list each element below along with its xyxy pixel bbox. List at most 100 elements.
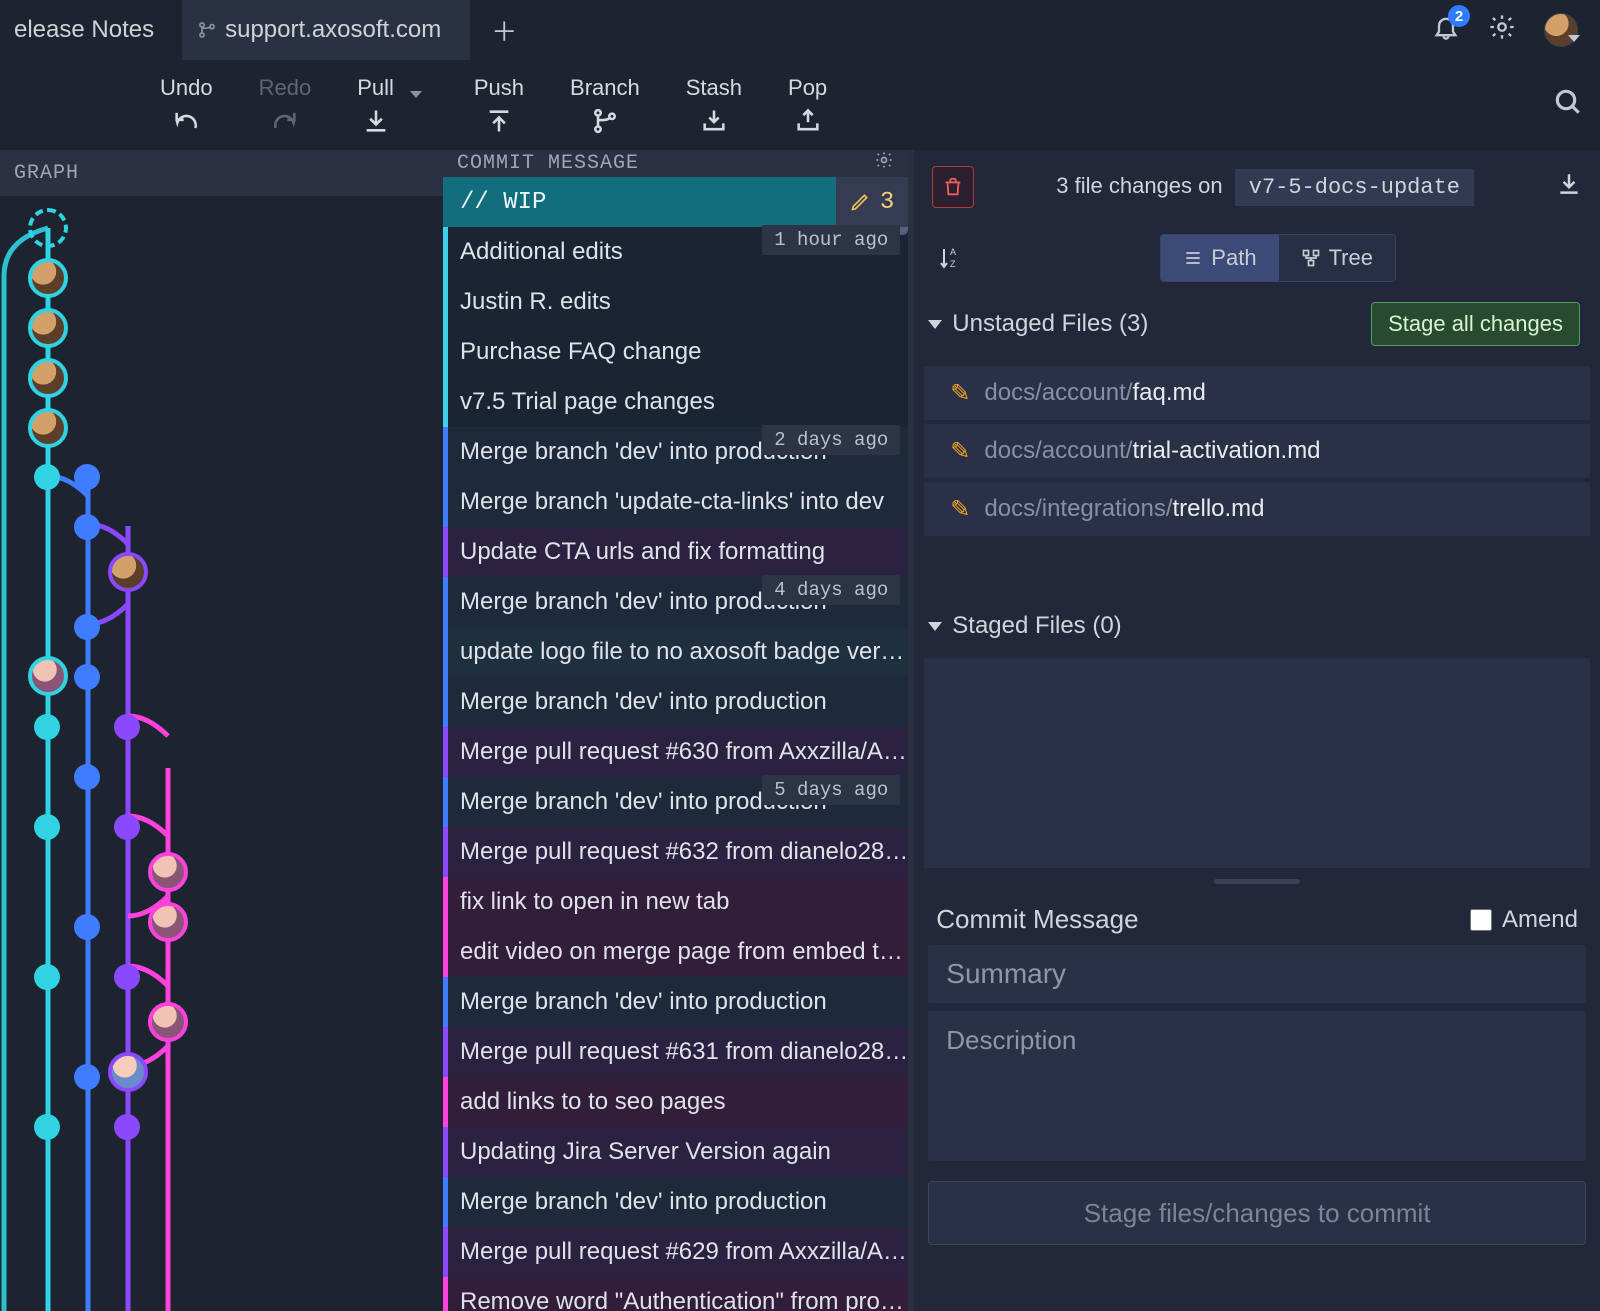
sort-az-icon: A Z — [938, 245, 962, 271]
gear-icon — [874, 150, 894, 170]
commit-row[interactable]: update logo file to no axosoft badge ver… — [443, 627, 908, 677]
commit-row[interactable]: edit video on merge page from embed t… — [443, 927, 908, 977]
commit-row[interactable]: Merge branch 'update-cta-links' into dev — [443, 477, 908, 527]
redo-icon — [271, 107, 299, 135]
commit-list[interactable]: // WIP 3 1 hour ago Additional edits Jus… — [443, 177, 908, 1311]
sort-button[interactable]: A Z — [938, 245, 962, 271]
modified-icon: ✎ — [950, 379, 970, 408]
time-pill: 1 hour ago — [762, 225, 900, 255]
commit-row[interactable]: Update CTA urls and fix formatting — [443, 527, 908, 577]
amend-checkbox[interactable] — [1470, 909, 1492, 931]
commit-graph[interactable] — [0, 196, 443, 1311]
new-tab-button[interactable]: ＋ — [480, 6, 528, 54]
time-pill: 2 days ago — [762, 425, 900, 455]
tab-bar: elease Notes support.axosoft.com ＋ 2 — [0, 0, 1600, 60]
branch-button[interactable]: Branch — [570, 75, 640, 135]
staged-header[interactable]: Staged Files (0) — [914, 602, 1600, 650]
notification-count: 2 — [1448, 5, 1470, 27]
commit-row[interactable]: Merge pull request #632 from dianelo28… — [443, 827, 908, 877]
commit-row[interactable]: Merge pull request #629 from Axxzilla/A… — [443, 1227, 908, 1277]
file-row[interactable]: ✎ docs/account/trial-activation.md — [924, 424, 1590, 478]
commit-row[interactable]: Updating Jira Server Version again — [443, 1127, 908, 1177]
upload-icon — [485, 107, 513, 135]
unstaged-file-list: ✎ docs/account/faq.md ✎ docs/account/tri… — [914, 356, 1600, 546]
tree-icon — [1301, 248, 1321, 268]
chevron-down-icon — [928, 320, 942, 329]
commit-row[interactable]: add links to to seo pages — [443, 1077, 908, 1127]
stash-icon — [700, 107, 728, 135]
avatar — [1544, 13, 1578, 47]
commit-message-header: Commit Message Amend — [914, 894, 1600, 945]
notifications-button[interactable]: 2 — [1432, 13, 1460, 47]
view-mode-path[interactable]: Path — [1161, 235, 1278, 281]
graph-lines — [0, 196, 443, 1311]
unstaged-header[interactable]: Unstaged Files (3) Stage all changes — [914, 292, 1600, 356]
branch-badge[interactable]: v7-5-docs-update — [1235, 169, 1474, 206]
undo-icon — [172, 107, 200, 135]
resize-handle[interactable] — [914, 868, 1600, 894]
download-patch-button[interactable] — [1556, 171, 1582, 203]
time-pill: 4 days ago — [762, 575, 900, 605]
time-pill: 5 days ago — [762, 775, 900, 805]
changes-header: 3 file changes on v7-5-docs-update — [914, 150, 1600, 224]
commit-description-input[interactable]: Description — [928, 1011, 1586, 1161]
commit-row[interactable]: Merge branch 'dev' into production — [443, 677, 908, 727]
wip-row[interactable]: // WIP 3 — [443, 177, 908, 227]
gear-icon — [1488, 13, 1516, 41]
download-icon — [362, 107, 390, 135]
chevron-down-icon — [928, 622, 942, 631]
file-row[interactable]: ✎ docs/integrations/trello.md — [924, 482, 1590, 536]
discard-all-button[interactable] — [932, 166, 974, 208]
search-button[interactable] — [1552, 86, 1584, 124]
pencil-icon — [850, 192, 870, 212]
svg-text:A: A — [950, 247, 956, 257]
amend-toggle[interactable]: Amend — [1470, 906, 1578, 934]
commit-row[interactable]: fix link to open in new tab — [443, 877, 908, 927]
pop-button[interactable]: Pop — [788, 75, 827, 135]
graph-header: GRAPH — [0, 150, 443, 196]
commit-row[interactable]: Merge pull request #630 from Axxzilla/A… — [443, 727, 908, 777]
commit-row[interactable]: Merge branch 'dev' into production — [443, 1177, 908, 1227]
commit-row[interactable]: Purchase FAQ change — [443, 327, 908, 377]
commit-row[interactable]: Merge branch 'dev' into production — [443, 977, 908, 1027]
branch-icon — [197, 20, 217, 40]
settings-button[interactable] — [1488, 13, 1516, 47]
commit-summary-input[interactable]: Summary — [928, 945, 1586, 1003]
trash-icon — [942, 176, 964, 198]
changes-panel: 3 file changes on v7-5-docs-update A Z P… — [914, 150, 1600, 1311]
download-icon — [1556, 171, 1582, 197]
undo-button[interactable]: Undo — [160, 75, 213, 135]
chevron-down-icon — [1568, 35, 1580, 42]
commit-row[interactable]: Remove word "Authentication" from pro… — [443, 1277, 908, 1311]
view-mode-tree[interactable]: Tree — [1279, 235, 1395, 281]
view-mode-segment: Path Tree — [1160, 234, 1396, 282]
tab-label: elease Notes — [14, 16, 154, 44]
pop-icon — [794, 107, 822, 135]
tab-support-axosoft[interactable]: support.axosoft.com — [183, 0, 470, 60]
branch-icon — [591, 107, 619, 135]
search-icon — [1552, 86, 1584, 118]
commit-button[interactable]: Stage files/changes to commit — [928, 1181, 1586, 1245]
wip-edit-badge: 3 — [836, 177, 908, 227]
commit-row[interactable]: Merge pull request #631 from dianelo28… — [443, 1027, 908, 1077]
changes-summary: 3 file changes on v7-5-docs-update — [992, 169, 1538, 206]
commit-row[interactable]: Justin R. edits — [443, 277, 908, 327]
list-icon — [1183, 248, 1203, 268]
file-row[interactable]: ✎ docs/account/faq.md — [924, 366, 1590, 420]
svg-text:Z: Z — [950, 259, 956, 269]
commit-message-header: COMMIT MESSAGE — [443, 150, 908, 177]
stash-button[interactable]: Stash — [686, 75, 742, 135]
profile-menu[interactable] — [1544, 13, 1580, 47]
pull-button[interactable]: Pull — [357, 75, 394, 135]
column-settings-button[interactable] — [874, 150, 894, 177]
modified-icon: ✎ — [950, 495, 970, 524]
commit-row[interactable]: v7.5 Trial page changes — [443, 377, 908, 427]
tab-release-notes[interactable]: elease Notes — [0, 0, 183, 60]
staged-file-list — [924, 658, 1590, 868]
redo-button[interactable]: Redo — [259, 75, 312, 135]
modified-icon: ✎ — [950, 437, 970, 466]
tab-label: support.axosoft.com — [225, 16, 441, 44]
push-button[interactable]: Push — [474, 75, 524, 135]
stage-all-button[interactable]: Stage all changes — [1371, 302, 1580, 346]
main-toolbar: Undo Redo Pull Push Branch Stash Pop — [0, 60, 1600, 150]
